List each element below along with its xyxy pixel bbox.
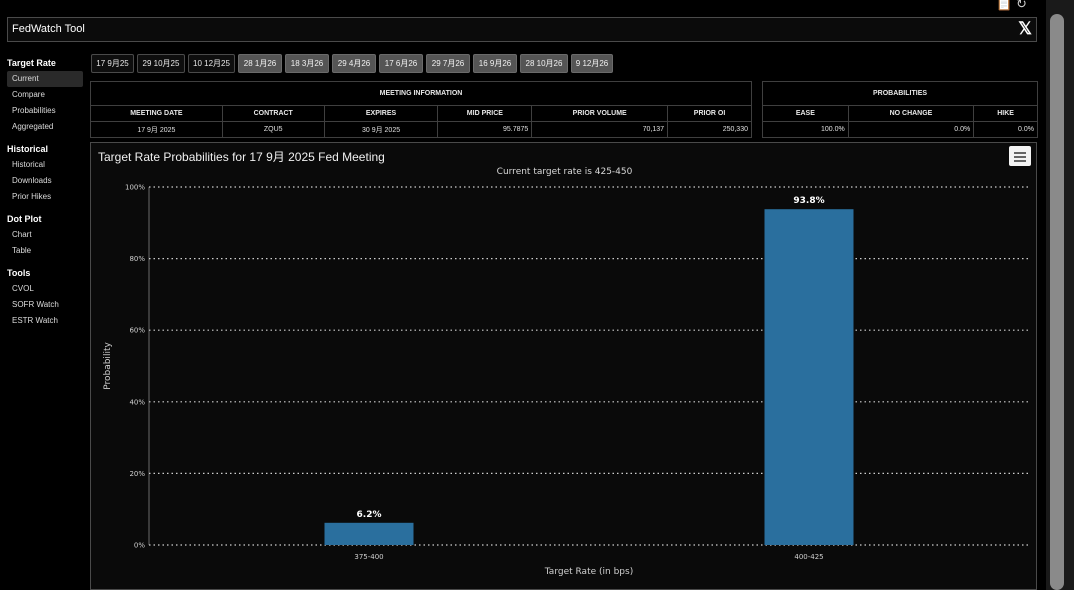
chart-panel: Target Rate Probabilities for 17 9月 2025…	[90, 142, 1037, 590]
prob-cell-hike: 0.0%	[973, 121, 1038, 138]
sidebar-item-aggregated[interactable]: Aggregated	[7, 119, 83, 135]
x-share-icon[interactable]: 𝕏	[1018, 19, 1032, 39]
sidebar-item-compare[interactable]: Compare	[7, 87, 83, 103]
bar-chart: 0% 20% 40% 60% 80% 100% 6.2% 375-400 93.8% 400-42…	[103, 184, 1029, 577]
meeting-col-meeting-date: MEETING DATE	[90, 105, 223, 122]
meeting-col-mid-price: MID PRICE	[437, 105, 533, 122]
meeting-cell-prior-oi: 250,330	[667, 121, 752, 138]
sidebar-item-sofr-watch[interactable]: SOFR Watch	[7, 297, 83, 313]
bar-data-label: 6.2%	[357, 510, 382, 520]
sidebar-item-chart[interactable]: Chart	[7, 227, 83, 243]
sidebar-item-probabilities[interactable]: Probabilities	[7, 103, 83, 119]
top-toolbar: 📋 ↻	[990, 0, 1034, 12]
y-tick-label: 40%	[129, 398, 145, 406]
meeting-col-prior-volume: PRIOR VOLUME	[531, 105, 669, 122]
sidebar-nav: Target Rate Current Compare Probabilities Ag…	[7, 56, 83, 329]
meeting-information-table: MEETING INFORMATION MEETING DATE CONTRACT…	[90, 81, 752, 138]
meeting-cell-mid-price: 95.7875	[437, 121, 533, 138]
prob-col-hike: HIKE	[973, 105, 1038, 122]
x-tick-label: 400-425	[794, 553, 823, 561]
sidebar-heading-dot-plot: Dot Plot	[7, 214, 42, 224]
probabilities-header: PROBABILITIES	[762, 81, 1038, 106]
prob-cell-ease: 100.0%	[762, 121, 849, 138]
prob-col-no-change: NO CHANGE	[847, 105, 975, 122]
tool-title-bar: FedWatch Tool 𝕏	[7, 17, 1037, 42]
sidebar-item-estr-watch[interactable]: ESTR Watch	[7, 313, 83, 329]
bar	[764, 209, 854, 546]
x-tick-label: 375-400	[354, 553, 383, 561]
y-tick-label: 60%	[129, 327, 145, 335]
y-tick-label: 0%	[134, 542, 145, 550]
sidebar-item-historical[interactable]: Historical	[7, 157, 83, 173]
tab-meeting-date[interactable]: 29 7月26	[426, 54, 470, 73]
sidebar-heading-tools: Tools	[7, 268, 31, 278]
tab-meeting-date[interactable]: 28 10月26	[520, 54, 568, 73]
sidebar-item-current[interactable]: Current	[7, 71, 83, 87]
meeting-cell-meeting-date: 17 9月 2025	[90, 121, 223, 138]
sidebar-item-downloads[interactable]: Downloads	[7, 173, 83, 189]
meeting-cell-prior-volume: 70,137	[531, 121, 669, 138]
tab-meeting-date[interactable]: 17 6月26	[379, 54, 423, 73]
app-title: FedWatch Tool	[12, 23, 85, 35]
meeting-cell-contract: ZQU5	[221, 121, 325, 138]
tab-meeting-date[interactable]: 16 9月26	[473, 54, 517, 73]
sidebar-heading-target-rate: Target Rate	[7, 58, 56, 68]
meeting-col-expires: EXPIRES	[323, 105, 439, 122]
y-tick-label: 100%	[125, 184, 145, 192]
tab-meeting-date[interactable]: 29 10月25	[137, 54, 185, 73]
bar-data-label: 93.8%	[793, 196, 824, 206]
prob-cell-no-change: 0.0%	[847, 121, 975, 138]
meeting-cell-expires: 30 9月 2025	[323, 121, 439, 138]
meeting-col-contract: CONTRACT	[221, 105, 325, 122]
y-axis-title: Probability	[103, 342, 113, 390]
tab-meeting-date[interactable]: 28 1月26	[238, 54, 282, 73]
meeting-col-prior-oi: PRIOR OI	[667, 105, 752, 122]
scrollbar-thumb[interactable]	[1050, 14, 1064, 590]
paste-icon[interactable]: 📋	[996, 0, 1012, 10]
sidebar-item-table[interactable]: Table	[7, 243, 83, 259]
tab-meeting-date[interactable]: 29 4月26	[332, 54, 376, 73]
y-tick-label: 20%	[129, 470, 145, 478]
prob-col-ease: EASE	[762, 105, 849, 122]
vertical-scrollbar[interactable]	[1046, 0, 1074, 590]
meeting-info-header: MEETING INFORMATION	[90, 81, 752, 106]
sidebar-heading-historical: Historical	[7, 144, 49, 154]
sidebar-item-cvol[interactable]: CVOL	[7, 281, 83, 297]
probabilities-table: PROBABILITIES EASE NO CHANGE HIKE 100.0% 0.…	[762, 81, 1038, 138]
x-axis-title: Target Rate (in bps)	[544, 567, 633, 577]
tab-meeting-date[interactable]: 17 9月25	[91, 54, 134, 73]
y-tick-label: 80%	[129, 255, 145, 263]
refresh-icon[interactable]: ↻	[1016, 0, 1027, 10]
tab-meeting-date[interactable]: 10 12月25	[188, 54, 235, 73]
sidebar-item-prior-hikes[interactable]: Prior Hikes	[7, 189, 83, 205]
bar	[324, 522, 414, 545]
tab-meeting-date[interactable]: 18 3月26	[285, 54, 329, 73]
tab-meeting-date[interactable]: 9 12月26	[571, 54, 613, 73]
